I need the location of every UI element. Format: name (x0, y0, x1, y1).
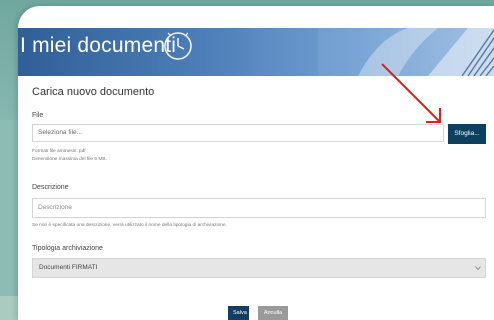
page-title: I miei documenti (20, 34, 177, 57)
description-input[interactable]: Descrizione (32, 198, 486, 218)
red-arrow-annotation (381, 63, 441, 123)
file-label: File (32, 112, 44, 119)
cancel-button[interactable]: Annulla (258, 306, 288, 320)
browse-button[interactable]: Sfoglia... (448, 124, 486, 144)
file-size-hint: Dimensione massima del file 5 MB. (32, 157, 107, 162)
description-hint: Se non è specificata una descrizione, ve… (32, 223, 227, 228)
file-format-hint: Formati file ammessi: pdf (32, 149, 86, 154)
documents-card: I miei documenti Carica nuovo documento … (18, 6, 494, 320)
chevron-down-icon (475, 266, 481, 271)
archive-type-label: Tipologia archiviazione (32, 245, 103, 252)
upload-section-title: Carica nuovo documento (32, 86, 155, 98)
archive-type-select[interactable]: Documenti FIRMATI (32, 258, 486, 278)
archive-type-selected: Documenti FIRMATI (39, 264, 98, 271)
description-label: Descrizione (32, 184, 69, 191)
clock-icon (164, 32, 192, 60)
save-button[interactable]: Salva (228, 306, 249, 320)
